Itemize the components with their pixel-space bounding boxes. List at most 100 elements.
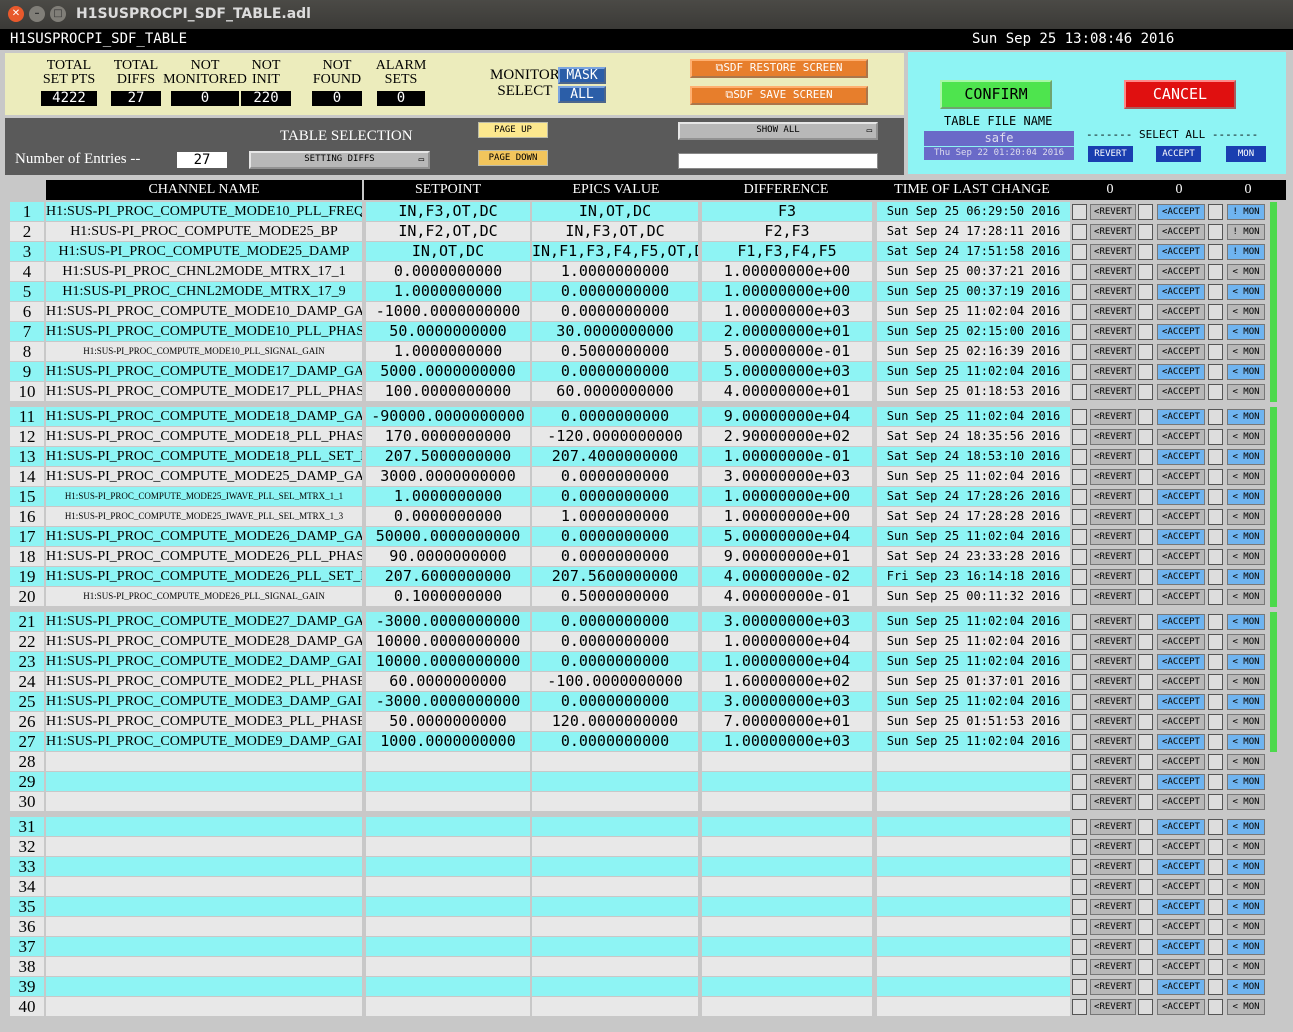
mon-button[interactable]: < MON — [1227, 549, 1265, 565]
mon-checkbox[interactable] — [1208, 409, 1223, 425]
page-up-button[interactable]: PAGE UP — [478, 122, 548, 138]
accept-checkbox[interactable] — [1138, 654, 1153, 670]
mon-checkbox[interactable] — [1208, 509, 1223, 525]
mon-checkbox[interactable] — [1208, 569, 1223, 585]
mon-all-button[interactable]: MON — [1226, 146, 1266, 162]
revert-button[interactable]: <REVERT — [1090, 264, 1136, 280]
revert-checkbox[interactable] — [1072, 384, 1087, 400]
accept-button[interactable]: <ACCEPT — [1157, 839, 1205, 855]
accept-checkbox[interactable] — [1138, 919, 1153, 935]
accept-button[interactable]: <ACCEPT — [1157, 324, 1205, 340]
accept-checkbox[interactable] — [1138, 529, 1153, 545]
page-down-button[interactable]: PAGE DOWN — [478, 150, 548, 166]
revert-checkbox[interactable] — [1072, 734, 1087, 750]
mon-button[interactable]: < MON — [1227, 589, 1265, 605]
revert-button[interactable]: <REVERT — [1090, 959, 1136, 975]
mon-button[interactable]: < MON — [1227, 754, 1265, 770]
mon-checkbox[interactable] — [1208, 469, 1223, 485]
accept-button[interactable]: <ACCEPT — [1157, 489, 1205, 505]
accept-checkbox[interactable] — [1138, 569, 1153, 585]
revert-checkbox[interactable] — [1072, 794, 1087, 810]
revert-button[interactable]: <REVERT — [1090, 449, 1136, 465]
revert-button[interactable]: <REVERT — [1090, 284, 1136, 300]
revert-checkbox[interactable] — [1072, 959, 1087, 975]
accept-button[interactable]: <ACCEPT — [1157, 919, 1205, 935]
mask-button[interactable]: MASK — [558, 67, 606, 84]
accept-button[interactable]: <ACCEPT — [1157, 364, 1205, 380]
revert-button[interactable]: <REVERT — [1090, 674, 1136, 690]
revert-checkbox[interactable] — [1072, 614, 1087, 630]
mon-checkbox[interactable] — [1208, 244, 1223, 260]
revert-checkbox[interactable] — [1072, 879, 1087, 895]
accept-checkbox[interactable] — [1138, 939, 1153, 955]
accept-button[interactable]: <ACCEPT — [1157, 714, 1205, 730]
revert-button[interactable]: <REVERT — [1090, 859, 1136, 875]
revert-checkbox[interactable] — [1072, 634, 1087, 650]
accept-checkbox[interactable] — [1138, 469, 1153, 485]
mon-checkbox[interactable] — [1208, 794, 1223, 810]
mon-checkbox[interactable] — [1208, 264, 1223, 280]
revert-button[interactable]: <REVERT — [1090, 774, 1136, 790]
accept-checkbox[interactable] — [1138, 839, 1153, 855]
mon-checkbox[interactable] — [1208, 839, 1223, 855]
revert-checkbox[interactable] — [1072, 244, 1087, 260]
mon-button[interactable]: < MON — [1227, 654, 1265, 670]
accept-checkbox[interactable] — [1138, 879, 1153, 895]
accept-checkbox[interactable] — [1138, 674, 1153, 690]
revert-checkbox[interactable] — [1072, 589, 1087, 605]
mon-button[interactable]: < MON — [1227, 364, 1265, 380]
accept-checkbox[interactable] — [1138, 959, 1153, 975]
mon-checkbox[interactable] — [1208, 589, 1223, 605]
revert-checkbox[interactable] — [1072, 899, 1087, 915]
revert-checkbox[interactable] — [1072, 264, 1087, 280]
revert-checkbox[interactable] — [1072, 819, 1087, 835]
accept-button[interactable]: <ACCEPT — [1157, 654, 1205, 670]
mon-button[interactable]: < MON — [1227, 264, 1265, 280]
mon-button[interactable]: < MON — [1227, 509, 1265, 525]
accept-button[interactable]: <ACCEPT — [1157, 549, 1205, 565]
accept-button[interactable]: <ACCEPT — [1157, 734, 1205, 750]
sdf-restore-screen-button[interactable]: ⧉SDF RESTORE SCREEN — [690, 59, 868, 78]
mon-button[interactable]: < MON — [1227, 714, 1265, 730]
revert-checkbox[interactable] — [1072, 939, 1087, 955]
all-button[interactable]: ALL — [558, 86, 606, 103]
mon-checkbox[interactable] — [1208, 284, 1223, 300]
revert-button[interactable]: <REVERT — [1090, 819, 1136, 835]
revert-checkbox[interactable] — [1072, 204, 1087, 220]
mon-checkbox[interactable] — [1208, 999, 1223, 1015]
revert-button[interactable]: <REVERT — [1090, 384, 1136, 400]
revert-checkbox[interactable] — [1072, 919, 1087, 935]
accept-button[interactable]: <ACCEPT — [1157, 774, 1205, 790]
accept-checkbox[interactable] — [1138, 859, 1153, 875]
accept-checkbox[interactable] — [1138, 324, 1153, 340]
mon-checkbox[interactable] — [1208, 529, 1223, 545]
revert-button[interactable]: <REVERT — [1090, 614, 1136, 630]
cancel-button[interactable]: CANCEL — [1124, 80, 1236, 109]
revert-checkbox[interactable] — [1072, 409, 1087, 425]
accept-button[interactable]: <ACCEPT — [1157, 204, 1205, 220]
mon-button[interactable]: < MON — [1227, 819, 1265, 835]
mon-button[interactable]: < MON — [1227, 694, 1265, 710]
accept-checkbox[interactable] — [1138, 634, 1153, 650]
accept-checkbox[interactable] — [1138, 384, 1153, 400]
accept-button[interactable]: <ACCEPT — [1157, 674, 1205, 690]
revert-button[interactable]: <REVERT — [1090, 469, 1136, 485]
revert-button[interactable]: <REVERT — [1090, 324, 1136, 340]
mon-checkbox[interactable] — [1208, 674, 1223, 690]
mon-checkbox[interactable] — [1208, 304, 1223, 320]
filter-input[interactable] — [678, 153, 878, 169]
revert-button[interactable]: <REVERT — [1090, 429, 1136, 445]
accept-checkbox[interactable] — [1138, 774, 1153, 790]
accept-checkbox[interactable] — [1138, 549, 1153, 565]
revert-button[interactable]: <REVERT — [1090, 694, 1136, 710]
accept-button[interactable]: <ACCEPT — [1157, 939, 1205, 955]
revert-checkbox[interactable] — [1072, 569, 1087, 585]
mon-checkbox[interactable] — [1208, 734, 1223, 750]
revert-button[interactable]: <REVERT — [1090, 549, 1136, 565]
revert-button[interactable]: <REVERT — [1090, 364, 1136, 380]
mon-button[interactable]: < MON — [1227, 674, 1265, 690]
accept-checkbox[interactable] — [1138, 264, 1153, 280]
mon-checkbox[interactable] — [1208, 429, 1223, 445]
mon-button[interactable]: < MON — [1227, 919, 1265, 935]
mon-button[interactable]: < MON — [1227, 634, 1265, 650]
